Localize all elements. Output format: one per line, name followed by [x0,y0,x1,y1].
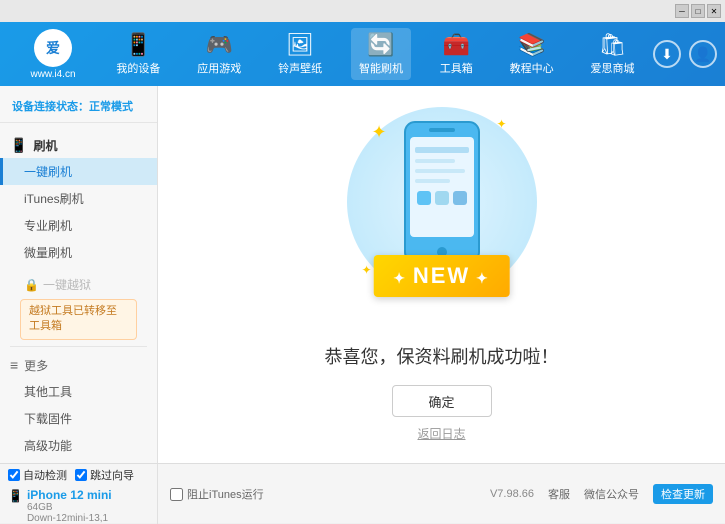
customer-service-link[interactable]: 客服 [548,486,570,502]
sidebar-category-flash: 📱 刷机 [0,133,157,158]
nav-item-store[interactable]: 🛍 爱思商城 [582,28,642,80]
phone-illustration: ✦ ✦ ✦ [342,107,542,327]
lock-icon: 🔒 [24,278,39,292]
download-btn[interactable]: ⬇ [653,40,681,68]
device-info-row: 📱 iPhone 12 mini 64GB Down-12mini-13,1 [8,488,149,524]
checkboxes-row: 自动检测 跳过向导 [8,465,149,485]
sparkle-1: ✦ [372,122,387,143]
nav-label-my-device: 我的设备 [116,60,160,76]
nav-label-toolbox: 工具箱 [440,60,473,76]
smart-flash-icon: 🔄 [367,32,394,58]
more-eq-icon: ≡ [10,357,18,373]
sparkle-2: ✦ [496,117,506,131]
sidebar: 设备连接状态：正常模式 📱 刷机 一键刷机 iTunes刷机 专业刷机 微量刷机… [0,86,158,463]
confirm-button[interactable]: 确定 [392,385,492,417]
skip-wizard-input[interactable] [75,469,87,481]
check-update-button[interactable]: 检查更新 [653,484,713,504]
jailbreak-notice: 越狱工具已转移至 工具箱 [20,299,137,340]
nav-label-wallpaper: 铃声壁纸 [278,60,322,76]
sidebar-more-label: ≡ 更多 [0,353,157,378]
toolbox-icon: 🧰 [443,32,470,58]
apps-games-icon: 🎮 [206,32,233,58]
version-text: V7.98.66 [490,488,534,500]
sidebar-item-micro-flash[interactable]: 微量刷机 [0,239,157,266]
sidebar-item-pro-flash[interactable]: 专业刷机 [0,212,157,239]
device-icon: 📱 [8,489,23,503]
new-banner: NEW [373,255,510,297]
bottom-left: 自动检测 跳过向导 📱 iPhone 12 mini 64GB Down-12m… [0,464,158,524]
minimize-btn[interactable]: ─ [675,4,689,18]
sidebar-flash-section: 📱 刷机 一键刷机 iTunes刷机 专业刷机 微量刷机 [0,129,157,270]
device-name: iPhone 12 mini [27,488,112,502]
back-link[interactable]: 返回日志 [417,425,465,442]
tutorials-icon: 📚 [518,32,545,58]
connection-status: 设备连接状态：正常模式 [0,94,157,123]
nav-label-smart-flash: 智能刷机 [359,60,403,76]
sidebar-item-advanced[interactable]: 高级功能 [0,432,157,459]
sidebar-item-other-tools[interactable]: 其他工具 [0,378,157,405]
nav-item-toolbox[interactable]: 🧰 工具箱 [432,28,481,80]
sidebar-divider [10,346,147,347]
skip-wizard-checkbox[interactable]: 跳过向导 [75,467,134,483]
logo-text: www.i4.cn [30,69,75,80]
sparkle-3: ✦ [362,263,372,277]
nav-label-store: 爱思商城 [590,60,634,76]
center-area: ✦ ✦ ✦ [158,86,725,463]
logo[interactable]: 爱 www.i4.cn [8,29,98,80]
jailbreak-section: 🔒 一键越狱 越狱工具已转移至 工具箱 [0,270,157,340]
bottom-center: 阻止iTunes运行 [158,464,490,524]
stop-itunes-label[interactable]: 阻止iTunes运行 [170,486,264,502]
nav-item-my-device[interactable]: 📱 我的设备 [108,28,168,80]
success-text: 恭喜您，保资料刷机成功啦！ [325,343,559,369]
wallpaper-icon: 🖼 [286,32,314,58]
store-icon: 🛍 [599,32,627,58]
device-storage: 64GB [27,502,112,513]
nav-item-apps-games[interactable]: 🎮 应用游戏 [189,28,249,80]
status-label: 设备连接状态： [12,101,89,113]
wechat-public-link[interactable]: 微信公众号 [584,486,639,502]
device-details: iPhone 12 mini 64GB Down-12mini-13,1 [27,488,112,524]
title-bar: ─ □ ✕ [0,0,725,22]
close-btn[interactable]: ✕ [707,4,721,18]
device-detail: Down-12mini-13,1 [27,513,112,524]
restore-btn[interactable]: □ [691,4,705,18]
nav-item-smart-flash[interactable]: 🔄 智能刷机 [351,28,411,80]
user-btn[interactable]: 👤 [689,40,717,68]
nav-item-wallpaper[interactable]: 🖼 铃声壁纸 [270,28,330,80]
jailbreak-disabled-label: 🔒 一键越狱 [10,272,147,295]
stop-itunes-checkbox[interactable] [170,488,183,501]
nav-items: 📱 我的设备 🎮 应用游戏 🖼 铃声壁纸 🔄 智能刷机 🧰 工具箱 📚 教程中心… [98,28,653,80]
flash-category-icon: 📱 [10,137,27,154]
sidebar-item-itunes-flash[interactable]: iTunes刷机 [0,185,157,212]
auto-detect-checkbox[interactable]: 自动检测 [8,467,67,483]
status-value: 正常模式 [89,101,133,113]
sidebar-item-one-key-flash[interactable]: 一键刷机 [0,158,157,185]
nav-item-tutorials[interactable]: 📚 教程中心 [502,28,562,80]
nav-right: ⬇ 👤 [653,40,717,68]
sidebar-item-download-firmware[interactable]: 下载固件 [0,405,157,432]
logo-icon: 爱 [34,29,72,67]
nav-label-tutorials: 教程中心 [510,60,554,76]
bottom-bar: 自动检测 跳过向导 📱 iPhone 12 mini 64GB Down-12m… [0,463,725,523]
bottom-right: V7.98.66 客服 微信公众号 检查更新 [490,464,725,524]
auto-detect-input[interactable] [8,469,20,481]
top-nav: 爱 www.i4.cn 📱 我的设备 🎮 应用游戏 🖼 铃声壁纸 🔄 智能刷机 … [0,22,725,86]
nav-label-apps-games: 应用游戏 [197,60,241,76]
my-device-icon: 📱 [125,32,152,58]
